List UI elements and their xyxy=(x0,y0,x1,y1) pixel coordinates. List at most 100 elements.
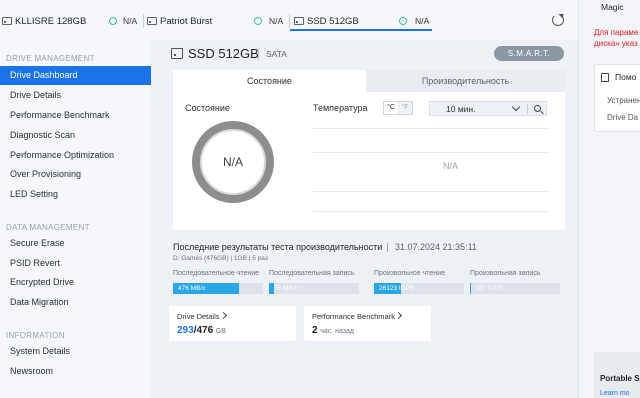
drive-icon xyxy=(2,17,12,25)
metric-bar-rand-read: 26123 IOPS xyxy=(374,283,464,294)
status-ring-icon xyxy=(254,17,262,25)
active-tab-indicator xyxy=(290,29,432,31)
sidebar-item-led-setting[interactable]: LED Setting xyxy=(0,185,151,204)
drive-tab-status: N/A xyxy=(123,16,138,26)
drive-details-card[interactable]: Drive Details 293/476 GB xyxy=(169,306,296,341)
metric-label-rand-read: Произвольное чтение xyxy=(374,270,445,277)
main-content: SSD 512GB SATA S.M.A.R.T. Состояние Прои… xyxy=(151,40,578,398)
time-range-select[interactable]: 10 мин. xyxy=(429,101,547,116)
metric-label-seq-write: Последовательная запись xyxy=(269,270,355,277)
benchmark-age-unit: час. назад xyxy=(320,328,354,335)
metric-bar-seq-read: 476 MB/c xyxy=(173,283,263,294)
chart-gridline xyxy=(313,211,548,212)
sidebar-item-newsroom[interactable]: Newsroom xyxy=(0,362,151,381)
sidebar-item-performance-optimization[interactable]: Performance Optimization xyxy=(0,146,151,165)
drive-tab-2[interactable]: SSD 512GB N/A xyxy=(294,13,435,29)
drive-interface: SATA xyxy=(266,49,287,59)
help-title: Помо xyxy=(615,72,637,82)
state-value: N/A xyxy=(200,129,266,195)
temperature-value: N/A xyxy=(443,161,459,171)
page-title: SSD 512GB xyxy=(188,46,259,61)
metric-value: 476 MB/c xyxy=(178,284,206,292)
status-panel: Состояние Производительность Состояние N… xyxy=(173,70,565,230)
drive-tab-name: KLLISRE 128GB xyxy=(15,15,87,27)
help-card: Помо Устранен Drive Da xyxy=(594,64,640,132)
warning-text: Для параме xyxy=(594,28,639,37)
status-ring-icon xyxy=(399,17,407,25)
select-divider xyxy=(527,104,528,114)
metric-fill xyxy=(470,283,471,294)
sidebar-section-label: DATA MANAGEMENT xyxy=(6,223,90,232)
benchmark-divider xyxy=(387,243,388,252)
sidebar-item-encrypted-drive[interactable]: Encrypted Drive xyxy=(0,273,151,292)
benchmark-age-value: 2 xyxy=(312,325,318,336)
product-link[interactable]: Learn mo xyxy=(600,390,630,397)
metric-value: 26123 IOPS xyxy=(379,284,415,292)
drive-icon xyxy=(171,48,183,59)
status-ring-icon xyxy=(109,17,117,25)
refresh-icon[interactable] xyxy=(552,14,564,26)
help-link[interactable]: Устранен xyxy=(607,96,640,105)
drive-usage: 293/476 GB xyxy=(177,325,226,336)
metric-label-rand-write: Произвольная запись xyxy=(470,270,541,277)
benchmark-title: Последние результаты теста производитель… xyxy=(173,242,383,252)
drive-tabs-bar: KLLISRE 128GB N/A Patriot Burst N/A SSD … xyxy=(0,0,578,40)
right-panel: Magic Для параме диска» указ Помо Устран… xyxy=(578,0,640,398)
drive-used: 293 xyxy=(177,325,194,336)
chart-gridline xyxy=(313,152,548,153)
benchmark-date: 31.07.2024 21:35:11 xyxy=(395,242,477,252)
temperature-unit-toggle: °C °F xyxy=(383,101,413,115)
metric-label-seq-read: Последовательное чтение xyxy=(173,270,260,277)
drive-tab-name: Patriot Burst xyxy=(160,15,213,27)
warning-text: диска» указ xyxy=(594,39,638,48)
unit-celsius[interactable]: °C xyxy=(384,102,398,114)
tab-status[interactable]: Состояние xyxy=(173,70,366,92)
smart-button[interactable]: S.M.A.R.T. xyxy=(494,46,564,61)
metric-bar-seq-write: 76 MB/c xyxy=(269,283,359,294)
performance-benchmark-card[interactable]: Performance Benchmark 2 час. назад xyxy=(304,306,431,341)
drive-tab-name: SSD 512GB xyxy=(307,15,359,27)
benchmark-age: 2 час. назад xyxy=(312,325,354,336)
search-icon[interactable] xyxy=(534,105,541,112)
sidebar-section-label: INFORMATION xyxy=(6,331,65,340)
sidebar-section-label: DRIVE MANAGEMENT xyxy=(6,54,95,63)
unit-fahrenheit[interactable]: °F xyxy=(398,102,412,114)
sidebar-item-diagnostic-scan[interactable]: Diagnostic Scan xyxy=(0,126,151,145)
drive-icon xyxy=(147,17,157,25)
metric-bar-rand-write: 122 IOPS xyxy=(470,283,560,294)
sidebar-item-drive-details[interactable]: Drive Details xyxy=(0,86,151,105)
tab-divider xyxy=(289,14,290,28)
metric-fill xyxy=(269,283,274,294)
sidebar-item-drive-dashboard[interactable]: Drive Dashboard xyxy=(0,66,151,85)
metric-value: 122 IOPS xyxy=(475,284,504,292)
title-divider xyxy=(258,49,259,60)
metric-value: 76 MB/c xyxy=(274,284,298,292)
benchmark-meta: D: Games (476GB) | 1GB | 5 раз xyxy=(173,255,268,262)
drive-icon xyxy=(294,17,304,25)
sidebar-item-secure-erase[interactable]: Secure Erase xyxy=(0,234,151,253)
drive-tab-0[interactable]: KLLISRE 128GB N/A xyxy=(2,13,143,29)
product-promo[interactable]: Portable S Learn mo xyxy=(594,352,640,398)
drive-tab-status: N/A xyxy=(415,16,430,26)
tab-performance[interactable]: Производительность xyxy=(366,70,565,92)
chevron-right-icon xyxy=(394,311,403,320)
drive-unit: GB xyxy=(215,328,226,335)
help-link[interactable]: Drive Da xyxy=(607,113,638,122)
time-range-value: 10 мин. xyxy=(446,104,476,114)
sidebar: DRIVE MANAGEMENT Drive Dashboard Drive D… xyxy=(0,40,151,398)
tab-divider xyxy=(143,14,144,28)
product-title: Portable S xyxy=(600,374,640,383)
chart-gridline xyxy=(313,191,548,192)
state-label: Состояние xyxy=(185,103,230,113)
drive-tab-1[interactable]: Patriot Burst N/A xyxy=(147,13,288,29)
sidebar-item-data-migration[interactable]: Data Migration xyxy=(0,293,151,312)
book-icon xyxy=(601,73,609,82)
sidebar-item-psid-revert[interactable]: PSID Revert xyxy=(0,254,151,273)
state-gauge: N/A xyxy=(192,121,274,203)
sidebar-item-performance-benchmark[interactable]: Performance Benchmark xyxy=(0,106,151,125)
sidebar-item-over-provisioning[interactable]: Over Provisioning xyxy=(0,165,151,184)
temperature-label: Температура xyxy=(313,103,368,113)
card-title: Performance Benchmark xyxy=(312,312,395,321)
chevron-down-icon xyxy=(511,102,521,112)
sidebar-item-system-details[interactable]: System Details xyxy=(0,342,151,361)
